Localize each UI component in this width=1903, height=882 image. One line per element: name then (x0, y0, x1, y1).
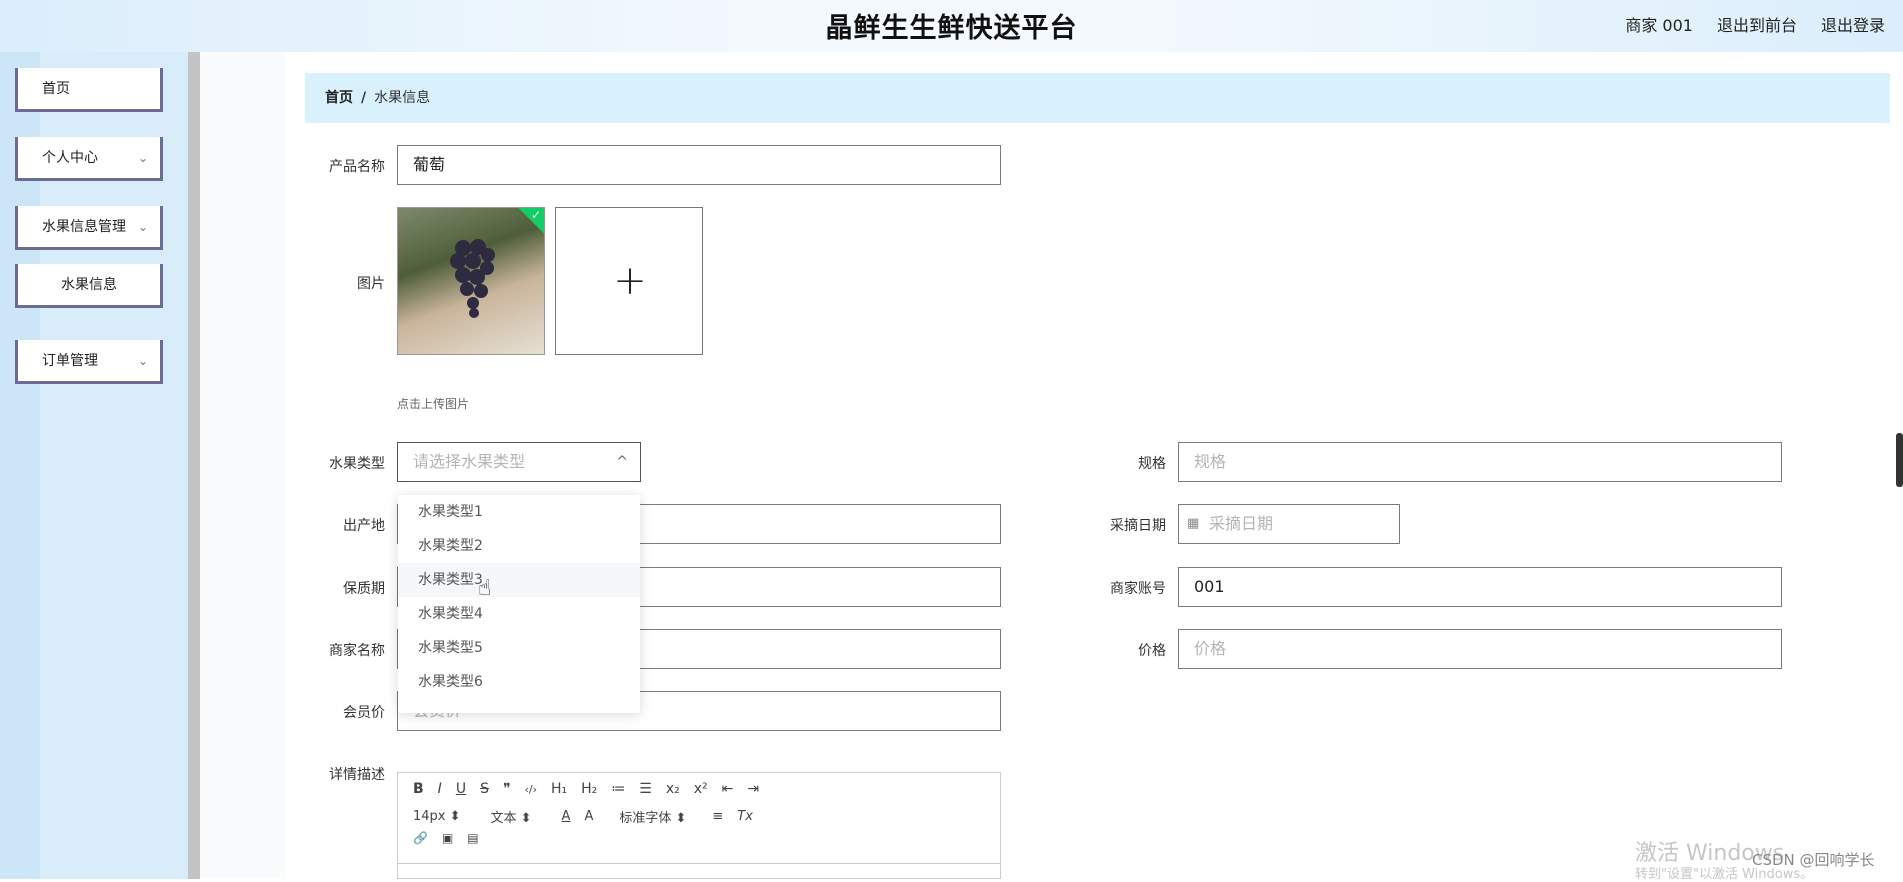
dropdown-option[interactable]: 水果类型5 (398, 631, 640, 665)
breadcrumb: 首页 / 水果信息 (305, 73, 1890, 123)
dropdown-option[interactable]: 水果类型3 (398, 563, 640, 597)
product-name-input[interactable]: 葡萄 (397, 145, 1001, 185)
sidebar-divider (188, 52, 200, 879)
check-icon: ✓ (530, 208, 541, 222)
underline-icon[interactable]: U (456, 781, 466, 797)
site-title: 晶鲜生生鲜快送平台 (825, 13, 1078, 44)
scrollbar-thumb[interactable] (1896, 433, 1903, 487)
sidebar-item-fruit-management[interactable]: 水果信息管理 ⌄ (15, 206, 163, 250)
sidebar-item-home[interactable]: 首页 (15, 68, 163, 112)
hand-cursor-icon: ☝ (478, 576, 492, 601)
fruit-type-label: 水果类型 (329, 456, 385, 472)
price-label: 价格 (1138, 643, 1166, 659)
shelf-life-label: 保质期 (343, 581, 385, 597)
pick-date-picker[interactable]: ▦ 采摘日期 (1178, 504, 1400, 544)
align-icon[interactable]: ≡ (712, 809, 723, 824)
breadcrumb-separator: / (361, 90, 367, 106)
heading2-icon[interactable]: H₂ (581, 781, 597, 797)
bullet-list-icon[interactable]: ☰ (639, 781, 652, 797)
pick-date-placeholder: 采摘日期 (1209, 514, 1274, 533)
font-family-select[interactable]: 标准字体 ⬍ (619, 807, 686, 826)
upload-hint: 点击上传图片 (397, 397, 470, 411)
chevron-down-icon: ⌄ (137, 151, 148, 165)
sidebar-item-label: 水果信息管理 (42, 219, 126, 235)
sidebar-item-label: 水果信息 (61, 277, 117, 293)
dropdown-option[interactable]: 水果类型6 (398, 665, 640, 699)
clear-format-icon[interactable]: Tx (737, 809, 753, 824)
dropdown-option[interactable]: 水果类型4 (398, 597, 640, 631)
csdn-watermark: CSDN @回响学长 (1752, 851, 1875, 869)
member-price-label: 会员价 (343, 705, 385, 721)
editor-content-area[interactable] (398, 863, 1000, 880)
header-links: 商家 001 退出到前台 退出登录 (1625, 12, 1885, 36)
sidebar-item-label: 首页 (42, 81, 70, 97)
grapes-image (450, 239, 495, 318)
dropdown-option[interactable]: 水果类型2 (398, 529, 640, 563)
text-format-select[interactable]: 文本 ⬍ (491, 807, 532, 826)
fruit-type-placeholder: 请选择水果类型 (413, 452, 526, 471)
indent-icon[interactable]: ⇥ (747, 781, 759, 797)
logout-link[interactable]: 退出登录 (1821, 12, 1885, 36)
plus-icon: + (613, 258, 647, 304)
strikethrough-icon[interactable]: S (480, 781, 489, 797)
origin-label: 出产地 (343, 518, 385, 534)
description-label: 详情描述 (329, 767, 385, 783)
heading1-icon[interactable]: H₁ (551, 781, 567, 797)
uploaded-image-thumbnail[interactable]: ✓ (397, 207, 545, 355)
fruit-type-dropdown: 水果类型1 水果类型2 水果类型3 水果类型4 水果类型5 水果类型6 (398, 495, 640, 713)
pick-date-label: 采摘日期 (1110, 518, 1166, 534)
subscript-icon[interactable]: x₂ (666, 781, 680, 797)
editor-toolbar-row-1: B I U S ❞ ‹/› H₁ H₂ ≔ ☰ x₂ x² ⇤ ⇥ (413, 781, 773, 797)
outdent-icon[interactable]: ⇤ (722, 781, 734, 797)
fruit-type-select[interactable]: 请选择水果类型 ^ (397, 442, 641, 482)
editor-toolbar-row-3: 🔗 ▣ ▤ (413, 831, 493, 845)
rich-text-editor[interactable]: B I U S ❞ ‹/› H₁ H₂ ≔ ☰ x₂ x² ⇤ ⇥ 14px ⬍… (397, 772, 1001, 879)
price-input[interactable]: 价格 (1178, 629, 1782, 669)
calendar-icon: ▦ (1187, 516, 1200, 531)
merchant-account-label: 商家账号 (1110, 581, 1166, 597)
bold-icon[interactable]: B (413, 781, 424, 797)
chevron-down-icon: ⌄ (137, 220, 148, 234)
back-to-front-link[interactable]: 退出到前台 (1717, 12, 1797, 36)
top-header-bar: 晶鲜生生鲜快送平台 商家 001 退出到前台 退出登录 (0, 0, 1903, 52)
content-gutter (200, 52, 285, 879)
sidebar-item-personal-center[interactable]: 个人中心 ⌄ (15, 137, 163, 181)
merchant-account-input[interactable]: 001 (1178, 567, 1782, 607)
background-color-icon[interactable]: A (584, 809, 593, 824)
spec-input[interactable]: 规格 (1178, 442, 1782, 482)
font-size-select[interactable]: 14px ⬍ (413, 809, 461, 824)
ordered-list-icon[interactable]: ≔ (611, 781, 625, 797)
sidebar-item-fruit-info[interactable]: 水果信息 (15, 264, 163, 308)
merchant-account-link[interactable]: 商家 001 (1625, 12, 1693, 36)
code-icon[interactable]: ‹/› (525, 783, 538, 796)
chevron-up-icon: ^ (616, 454, 628, 470)
italic-icon[interactable]: I (438, 781, 442, 797)
product-name-label: 产品名称 (329, 159, 385, 175)
dropdown-option[interactable]: 水果类型1 (398, 495, 640, 529)
video-icon[interactable]: ▤ (467, 831, 478, 845)
blockquote-icon[interactable]: ❞ (503, 781, 511, 797)
merchant-name-label: 商家名称 (329, 643, 385, 659)
breadcrumb-home[interactable]: 首页 (325, 90, 353, 106)
link-icon[interactable]: 🔗 (413, 831, 428, 845)
chevron-down-icon: ⌄ (137, 354, 148, 368)
sidebar-item-label: 订单管理 (42, 353, 98, 369)
breadcrumb-current: 水果信息 (374, 90, 431, 106)
spec-label: 规格 (1138, 456, 1166, 472)
sidebar-item-order-management[interactable]: 订单管理 ⌄ (15, 340, 163, 384)
image-label: 图片 (357, 276, 385, 292)
superscript-icon[interactable]: x² (694, 781, 708, 797)
sidebar-item-label: 个人中心 (42, 150, 98, 166)
image-icon[interactable]: ▣ (442, 831, 453, 845)
add-image-button[interactable]: + (555, 207, 703, 355)
editor-toolbar-row-2: 14px ⬍ 文本 ⬍ A A 标准字体 ⬍ ≡ Tx (413, 807, 767, 826)
font-color-icon[interactable]: A (562, 809, 571, 824)
